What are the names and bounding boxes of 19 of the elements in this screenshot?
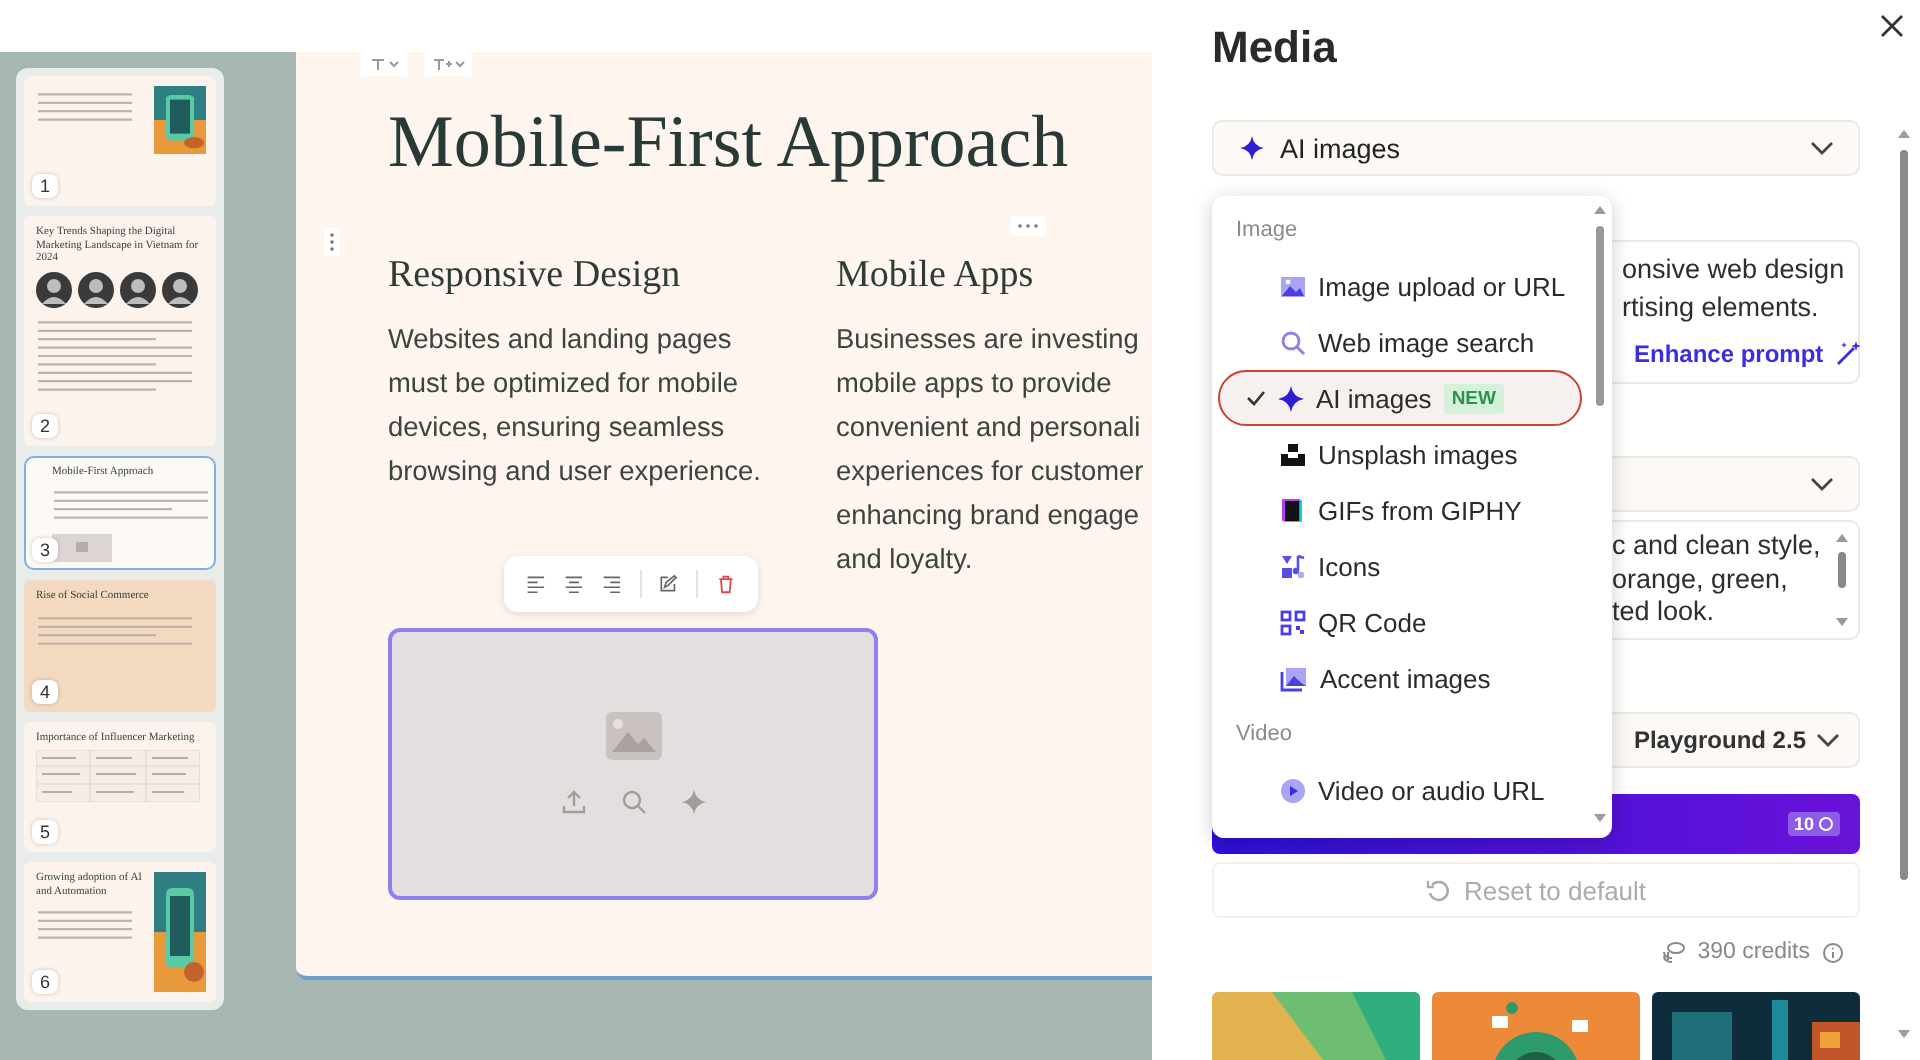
panel-title: Media — [1212, 22, 1337, 74]
slide-number: 3 — [32, 538, 59, 563]
style-text: c and clean style, orange, green, ted look. — [1612, 530, 1823, 629]
credit-cost-badge: 10 — [1787, 812, 1840, 836]
column-text: Websites and landing pages must be optimized for mobile devices, ensuring seamless browsing and user experience. — [388, 322, 763, 490]
slide-number: 5 — [32, 819, 59, 844]
menu-group-label: Video — [1234, 720, 1294, 750]
slide-number: 1 — [32, 174, 59, 199]
column-heading: Mobile Apps — [836, 252, 1036, 300]
new-badge: NEW — [1443, 383, 1504, 413]
slide-number: 4 — [32, 679, 59, 704]
credits-count: 390 credits — [1697, 940, 1810, 964]
column-heading: Responsive Design — [388, 252, 683, 300]
column-text: Businesses are investing mobile apps to provide convenient and personali experiences for customer enhancing brand engage and loyalty. — [836, 322, 1146, 578]
prompt-text: onsive web design rtising elements. — [1622, 252, 1838, 326]
slide-number: 2 — [32, 414, 59, 439]
menu-group-label: Image — [1234, 216, 1300, 246]
slide-number: 6 — [32, 969, 59, 994]
slide-title: Mobile-First Approach — [388, 100, 1071, 188]
